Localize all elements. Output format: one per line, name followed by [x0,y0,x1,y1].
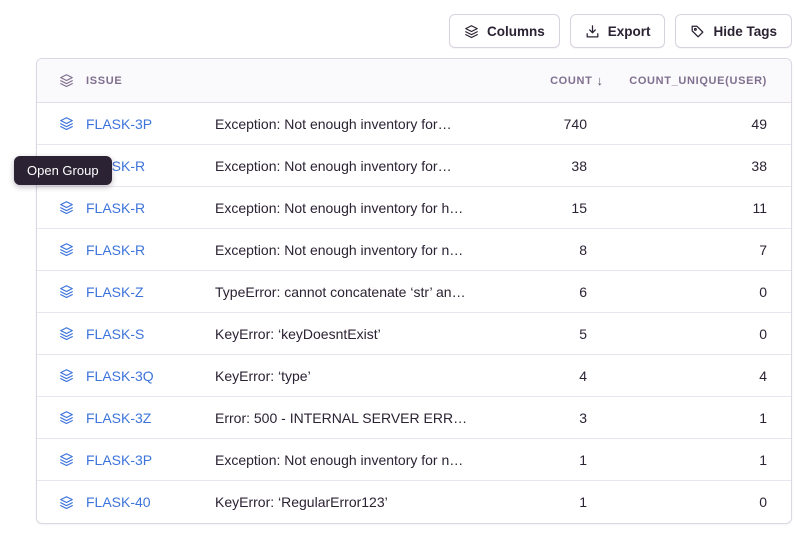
open-group-tooltip: Open Group [14,156,112,185]
open-group-stack-icon[interactable] [59,116,74,131]
count-header-label: COUNT [550,75,592,87]
issue-title: Exception: Not enough inventory for… [215,103,485,145]
sort-descending-icon: ↓ [597,73,604,88]
issue-link[interactable]: FLASK-Z [86,284,144,300]
open-group-stack-icon[interactable] [59,200,74,215]
results-table: ISSUE COUNT ↓ COUNT_UNIQUE(USER) FLASK-3… [36,58,792,524]
count-unique-value: 38 [605,158,791,174]
issue-title: KeyError: ‘type’ [215,355,485,397]
table-row: FLASK-3Z Error: 500 - INTERNAL SERVER ER… [37,397,791,439]
count-value: 3 [485,410,605,426]
issue-cell: FLASK-R [37,200,215,216]
discover-results-page: Columns Export Hide Tags [0,0,807,538]
count-value: 8 [485,242,605,258]
hide-tags-button[interactable]: Hide Tags [675,14,792,48]
issue-link[interactable]: FLASK-40 [86,494,151,510]
issue-link[interactable]: FLASK-R [86,200,145,216]
count-value: 5 [485,326,605,342]
count-value: 6 [485,284,605,300]
issue-cell: FLASK-3Q [37,368,215,384]
table-header-row: ISSUE COUNT ↓ COUNT_UNIQUE(USER) [37,59,791,103]
table-row: FLASK-40 KeyError: ‘RegularError123’ 1 0 [37,481,791,523]
open-group-stack-icon[interactable] [59,495,74,510]
issue-title: Exception: Not enough inventory for n… [215,229,485,271]
issue-cell: FLASK-3P [37,116,215,132]
issue-link[interactable]: FLASK-3P [86,452,152,468]
open-group-stack-icon[interactable] [59,284,74,299]
issue-cell: FLASK-R [37,242,215,258]
table-row: FLASK-3Q KeyError: ‘type’ 4 4 [37,355,791,397]
open-group-stack-icon[interactable] [59,368,74,383]
table-row: FLASK-R Exception: Not enough inventory … [37,229,791,271]
open-group-stack-icon[interactable] [59,242,74,257]
issue-link[interactable]: FLASK-3Q [86,368,154,384]
stack-icon [464,24,479,39]
table-row: FLASK-R Exception: Not enough inventory … [37,145,791,187]
columns-button[interactable]: Columns [449,14,560,48]
count-unique-value: 1 [605,452,791,468]
count-unique-value: 1 [605,410,791,426]
count-unique-column-header[interactable]: COUNT_UNIQUE(USER) [605,75,791,87]
open-group-stack-icon[interactable] [59,326,74,341]
count-value: 1 [485,452,605,468]
count-unique-header-label: COUNT_UNIQUE(USER) [629,75,767,87]
columns-button-label: Columns [487,24,545,39]
issue-cell: FLASK-3Z [37,410,215,426]
open-group-stack-icon[interactable] [59,410,74,425]
stack-icon [59,73,74,88]
issue-title: Exception: Not enough inventory for h… [215,187,485,229]
issue-cell: FLASK-S [37,326,215,342]
issue-title: Exception: Not enough inventory for… [215,145,485,187]
issue-link[interactable]: FLASK-S [86,326,144,342]
open-group-stack-icon[interactable] [59,452,74,467]
count-value: 1 [485,494,605,510]
issue-link[interactable]: FLASK-3P [86,116,152,132]
issue-link[interactable]: FLASK-3Z [86,410,151,426]
export-button-label: Export [608,24,651,39]
count-unique-value: 0 [605,494,791,510]
count-unique-value: 0 [605,326,791,342]
issue-title: Error: 500 - INTERNAL SERVER ERROR [215,397,485,439]
count-value: 15 [485,200,605,216]
issue-link[interactable]: FLASK-R [86,242,145,258]
issue-title: Exception: Not enough inventory for n… [215,439,485,481]
count-column-header[interactable]: COUNT ↓ [485,73,605,88]
count-unique-value: 11 [605,200,791,216]
export-button[interactable]: Export [570,14,666,48]
table-row: FLASK-R Exception: Not enough inventory … [37,187,791,229]
count-value: 4 [485,368,605,384]
table-row: FLASK-S KeyError: ‘keyDoesntExist’ 5 0 [37,313,791,355]
issue-title: KeyError: ‘RegularError123’ [215,481,485,523]
table-row: FLASK-3P Exception: Not enough inventory… [37,103,791,145]
issue-cell: FLASK-Z [37,284,215,300]
issue-header-label: ISSUE [86,75,122,87]
count-unique-value: 0 [605,284,791,300]
count-unique-value: 7 [605,242,791,258]
tag-icon [690,24,705,39]
download-icon [585,24,600,39]
table-body: FLASK-3P Exception: Not enough inventory… [37,103,791,523]
table-row: FLASK-3P Exception: Not enough inventory… [37,439,791,481]
table-row: FLASK-Z TypeError: cannot concatenate ‘s… [37,271,791,313]
hide-tags-button-label: Hide Tags [713,24,777,39]
count-value: 740 [485,116,605,132]
issue-title: KeyError: ‘keyDoesntExist’ [215,313,485,355]
tooltip-label: Open Group [27,163,99,178]
count-value: 38 [485,158,605,174]
issue-cell: FLASK-40 [37,494,215,510]
issue-title: TypeError: cannot concatenate ‘str’ an… [215,271,485,313]
issue-cell: FLASK-3P [37,452,215,468]
toolbar: Columns Export Hide Tags [36,14,792,48]
count-unique-value: 4 [605,368,791,384]
count-unique-value: 49 [605,116,791,132]
issue-column-header[interactable]: ISSUE [37,73,215,88]
